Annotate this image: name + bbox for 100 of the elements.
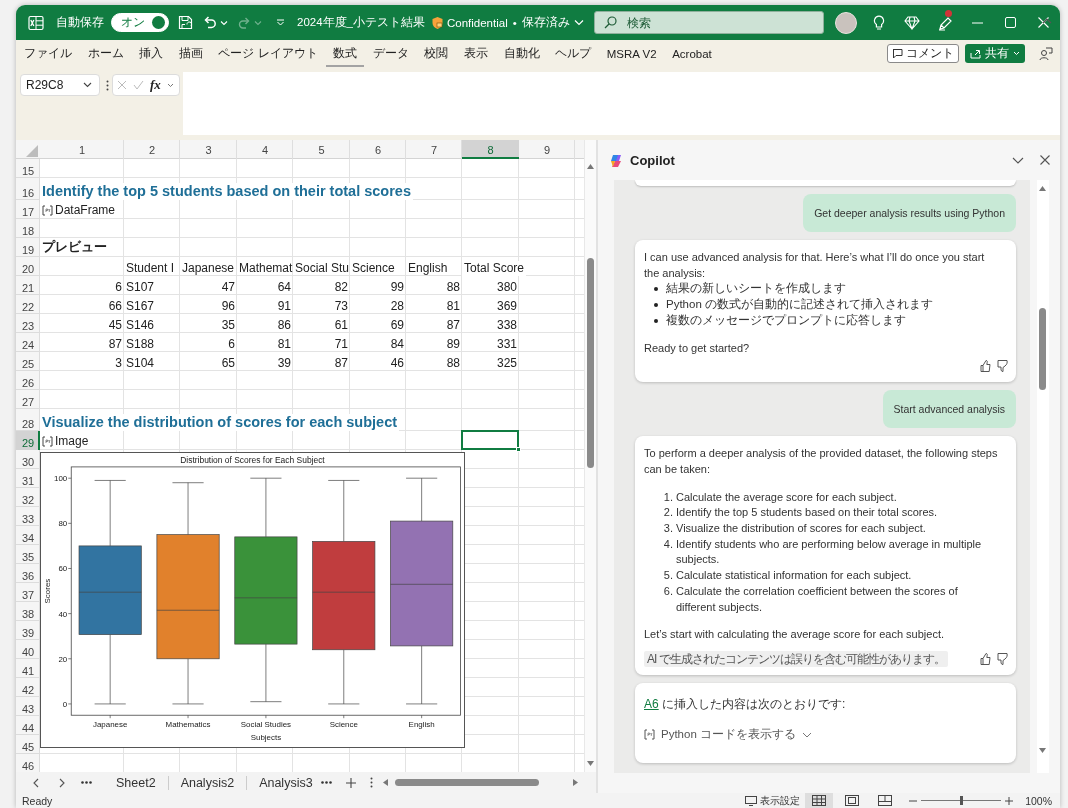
ribbon-tab[interactable]: ページ レイアウト — [211, 40, 325, 67]
row-number[interactable]: 31 — [16, 469, 40, 488]
list-item-text: Identify students who are performing below average in multiple subjects. — [676, 536, 983, 568]
ribbon-tab[interactable]: データ — [365, 40, 416, 67]
sheet-tab[interactable]: Analysis3 — [247, 775, 325, 790]
table-cell-text: 65 — [220, 356, 236, 371]
category-label: Science — [329, 720, 358, 730]
row-number[interactable]: 21 — [16, 276, 40, 295]
share-button[interactable]: 共有 — [965, 44, 1025, 63]
row-number[interactable]: 19 — [16, 238, 40, 257]
row-number[interactable]: 45 — [16, 735, 40, 754]
message-text: I can use advanced analysis for that. Here’s what I’ll do once you start the analysis: — [644, 250, 986, 281]
row-number[interactable]: 28 — [16, 409, 40, 431]
column-title: Mathemat — [238, 261, 294, 276]
row-number[interactable]: 42 — [16, 678, 40, 697]
column-header[interactable]: 4 — [237, 140, 293, 159]
ribbon-tab[interactable]: MSRA V2 — [599, 40, 664, 67]
column-header[interactable]: 8 — [462, 140, 519, 159]
sheet-tab[interactable]: Sheet2 — [104, 775, 168, 790]
row-number[interactable]: 37 — [16, 583, 40, 602]
x-axis-label: Subjects — [250, 733, 282, 743]
table-cell-text: 69 — [389, 318, 405, 333]
autosave-toggle[interactable]: オン — [111, 13, 169, 32]
list-number: 6. — [662, 583, 674, 599]
row-number[interactable]: 17 — [16, 200, 40, 219]
column-title: Student I — [125, 261, 176, 276]
row-number[interactable]: 35 — [16, 545, 40, 564]
ribbon-tab[interactable]: 数式 — [326, 40, 365, 67]
table-cell-text: 88 — [445, 356, 461, 371]
table-cell-text: 81 — [445, 299, 461, 314]
row-number[interactable]: 30 — [16, 450, 40, 469]
table-cell-text: S146 — [125, 318, 156, 333]
row-number[interactable]: 44 — [16, 716, 40, 735]
ribbon-tab[interactable]: 描画 — [171, 40, 210, 67]
ribbon-tab[interactable]: ヘルプ — [548, 40, 599, 67]
list-item-text: Identify the top 5 students based on their total scores. — [676, 505, 938, 521]
row-number[interactable]: 26 — [16, 371, 40, 390]
column-header[interactable]: 3 — [180, 140, 237, 159]
cell-text: Image — [55, 434, 89, 448]
insert-function-button[interactable]: fx — [150, 77, 161, 93]
column-header[interactable]: 9 — [519, 140, 575, 159]
row-number[interactable]: 34 — [16, 526, 40, 545]
table-cell-text: 64 — [276, 280, 292, 295]
list-number: 1. — [662, 489, 674, 505]
row-number[interactable]: 29 — [16, 431, 40, 450]
row-number[interactable]: 41 — [16, 659, 40, 678]
separator-dot: • — [512, 16, 517, 29]
row-number[interactable]: 46 — [16, 754, 40, 772]
table-cell-text: 331 — [495, 337, 518, 352]
y-axis-label: Scores — [43, 578, 53, 604]
column-header[interactable]: 6 — [350, 140, 406, 159]
row-number[interactable]: 43 — [16, 697, 40, 716]
ribbon-tab[interactable]: ホーム — [80, 40, 131, 67]
table-cell-text: 39 — [276, 356, 292, 371]
show-code-toggle[interactable]: Python コードを表示する — [644, 726, 812, 743]
row-number[interactable]: 36 — [16, 564, 40, 583]
row-number[interactable]: 22 — [16, 295, 40, 314]
list-number: 5. — [662, 568, 674, 584]
message-text: Let’s start with calculating the average score for each subject. — [644, 627, 945, 643]
column-header[interactable]: 2 — [124, 140, 180, 159]
sheet-tab[interactable]: Analysis2 — [168, 775, 247, 790]
comment-button[interactable]: コメント — [887, 44, 959, 63]
table-cell-text: 6 — [227, 337, 236, 352]
row-number[interactable]: 20 — [16, 257, 40, 276]
column-header[interactable]: 1 — [40, 140, 124, 159]
ribbon-tab[interactable]: 挿入 — [132, 40, 171, 67]
row-number[interactable]: 33 — [16, 507, 40, 526]
row-number[interactable]: 24 — [16, 333, 40, 352]
row-number[interactable]: 16 — [16, 178, 40, 200]
ribbon-tab[interactable]: Acrobat — [665, 40, 719, 67]
row-number[interactable]: 15 — [16, 159, 40, 178]
row-number[interactable]: 25 — [16, 352, 40, 371]
column-header[interactable]: 5 — [293, 140, 350, 159]
table-cell-text: 325 — [495, 356, 518, 371]
column-header[interactable]: 7 — [406, 140, 462, 159]
list-item-text: 複数のメッセージでプロンプトに応答します — [666, 312, 906, 328]
row-number[interactable]: 18 — [16, 219, 40, 238]
row-number[interactable]: 27 — [16, 390, 40, 409]
row-number[interactable]: 39 — [16, 621, 40, 640]
ribbon-tab[interactable]: ファイル — [17, 40, 79, 67]
panel-title: Copilot — [630, 152, 675, 168]
row-number[interactable]: 32 — [16, 488, 40, 507]
cell-link[interactable]: A6 — [644, 696, 659, 711]
ribbon-tab[interactable]: 校閲 — [417, 40, 456, 67]
row-number[interactable]: 38 — [16, 602, 40, 621]
display-settings-button[interactable]: 表示設定 — [745, 793, 801, 808]
table-cell-text: 82 — [333, 280, 349, 295]
tick-label: 100 — [54, 474, 68, 484]
table-cell-text: 87 — [445, 318, 461, 333]
row-number[interactable]: 23 — [16, 314, 40, 333]
zoom-percentage[interactable]: 100% — [1025, 794, 1052, 807]
column-title: English — [407, 261, 449, 276]
ribbon-tab[interactable]: 表示 — [456, 40, 495, 67]
row-number[interactable]: 40 — [16, 640, 40, 659]
ribbon-tab[interactable]: 自動化 — [496, 40, 547, 67]
search-field[interactable]: 検索 — [593, 11, 824, 34]
name-box[interactable]: R29C8 — [20, 74, 100, 96]
ai-disclaimer: AI で生成されたコンテンツは誤りを含む可能性があります。 — [644, 650, 948, 667]
file-name: 2024年度_小テスト結果 — [297, 15, 425, 30]
message-text: Ready to get started? — [644, 340, 751, 356]
